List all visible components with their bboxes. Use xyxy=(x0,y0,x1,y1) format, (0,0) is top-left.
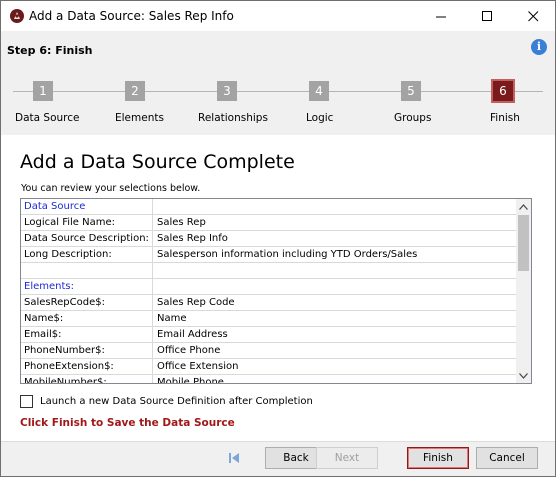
grid-row[interactable]: PhoneExtension$: Office Extension xyxy=(21,359,516,375)
step-6-label: Finish xyxy=(490,112,520,124)
grid-cell-value: Sales Rep Info xyxy=(157,233,228,244)
grid-cell-field xyxy=(21,263,153,279)
minimize-button[interactable] xyxy=(418,1,464,31)
grid-row[interactable]: MobileNumber$: Mobile Phone xyxy=(21,375,516,384)
step-2-label: Elements xyxy=(115,112,164,124)
grid-cell-value: Salesperson information including YTD Or… xyxy=(157,249,418,260)
launch-new-checkbox[interactable] xyxy=(20,395,33,408)
grid-cell-value: Name xyxy=(157,313,187,324)
grid-row[interactable]: Long Description: Salesperson information… xyxy=(21,247,516,263)
window-title: Add a Data Source: Sales Rep Info xyxy=(29,9,234,23)
wizard-content: Add a Data Source Complete You can revie… xyxy=(1,135,555,441)
grid-cell-field: Data Source xyxy=(21,199,153,215)
step-progress-line xyxy=(13,91,543,92)
grid-cell-value: Office Extension xyxy=(157,361,239,372)
wizard-header: Step 6: Finish i 1 2 3 4 5 6 Data Source… xyxy=(1,31,555,135)
grid-row[interactable]: Logical File Name: Sales Rep xyxy=(21,215,516,231)
chevron-down-icon xyxy=(519,372,528,379)
grid-cell-value: Sales Rep Code xyxy=(157,297,235,308)
step-3-label: Relationships xyxy=(198,112,268,124)
grid-cell-field: Long Description: xyxy=(21,247,153,263)
grid-cell-field: Email$: xyxy=(21,327,153,343)
close-icon xyxy=(527,10,538,21)
grid-cell-field: Logical File Name: xyxy=(21,215,153,231)
grid-row[interactable]: PhoneNumber$: Office Phone xyxy=(21,343,516,359)
step-title: Step 6: Finish xyxy=(7,44,93,57)
crystal-app-icon xyxy=(10,9,24,23)
grid-row[interactable]: Data Source xyxy=(21,199,516,215)
vertical-scrollbar[interactable] xyxy=(516,199,531,383)
launch-new-label[interactable]: Launch a new Data Source Definition afte… xyxy=(40,396,313,407)
next-button[interactable]: Next xyxy=(316,447,378,469)
chevron-up-icon xyxy=(519,203,528,210)
grid-row[interactable]: Elements: xyxy=(21,279,516,295)
step-4-label: Logic xyxy=(306,112,334,124)
step-5-label: Groups xyxy=(394,112,432,124)
grid-cell-value: Sales Rep xyxy=(157,217,206,228)
step-6-box: 6 xyxy=(493,81,513,101)
maximize-button[interactable] xyxy=(464,1,510,31)
scroll-up-button[interactable] xyxy=(516,199,531,214)
step-1-box: 1 xyxy=(33,81,53,101)
finish-hint: Click Finish to Save the Data Source xyxy=(20,417,235,429)
grid-row[interactable]: Data Source Description: Sales Rep Info xyxy=(21,231,516,247)
scroll-down-button[interactable] xyxy=(516,368,531,383)
step-5-box: 5 xyxy=(401,81,421,101)
maximize-icon xyxy=(481,10,492,21)
grid-cell-value: Office Phone xyxy=(157,345,221,356)
grid-cell-field: Name$: xyxy=(21,311,153,327)
step-3-box: 3 xyxy=(217,81,237,101)
grid-cell-value xyxy=(153,263,516,279)
grid-row[interactable]: Email$: Email Address xyxy=(21,327,516,343)
grid-cell-field: SalesRepCode$: xyxy=(21,295,153,311)
cancel-button[interactable]: Cancel xyxy=(476,447,538,469)
grid-cell-field: Elements: xyxy=(21,279,153,295)
grid-cell-value xyxy=(153,279,516,295)
scroll-thumb[interactable] xyxy=(518,215,529,271)
page-heading: Add a Data Source Complete xyxy=(20,151,295,173)
review-grid-rows: Data Source Logical File Name: Sales Rep Da… xyxy=(21,199,516,384)
first-step-icon[interactable] xyxy=(227,451,241,465)
minimize-icon xyxy=(435,16,446,17)
title-bar: Add a Data Source: Sales Rep Info xyxy=(1,1,555,31)
dialog-window: Add a Data Source: Sales Rep Info Step 6… xyxy=(0,0,556,477)
wizard-footer: Back Next Finish Cancel xyxy=(1,441,555,476)
grid-cell-field: PhoneNumber$: xyxy=(21,343,153,359)
grid-row[interactable]: SalesRepCode$: Sales Rep Code xyxy=(21,295,516,311)
review-instructions: You can review your selections below. xyxy=(21,183,201,194)
review-grid[interactable]: Data Source Logical File Name: Sales Rep Da… xyxy=(20,198,532,384)
step-1-label: Data Source xyxy=(15,112,80,124)
grid-row[interactable]: Name$: Name xyxy=(21,311,516,327)
step-4-box: 4 xyxy=(309,81,329,101)
step-2-box: 2 xyxy=(125,81,145,101)
grid-cell-value: Mobile Phone xyxy=(157,377,224,384)
info-icon[interactable]: i xyxy=(531,39,547,55)
close-button[interactable] xyxy=(510,1,555,31)
grid-cell-field: PhoneExtension$: xyxy=(21,359,153,375)
grid-cell-value xyxy=(153,199,516,215)
finish-button[interactable]: Finish xyxy=(407,447,469,469)
grid-row[interactable] xyxy=(21,263,516,279)
grid-cell-field: MobileNumber$: xyxy=(21,375,153,383)
grid-cell-value: Email Address xyxy=(157,329,228,340)
grid-cell-field: Data Source Description: xyxy=(21,231,153,247)
